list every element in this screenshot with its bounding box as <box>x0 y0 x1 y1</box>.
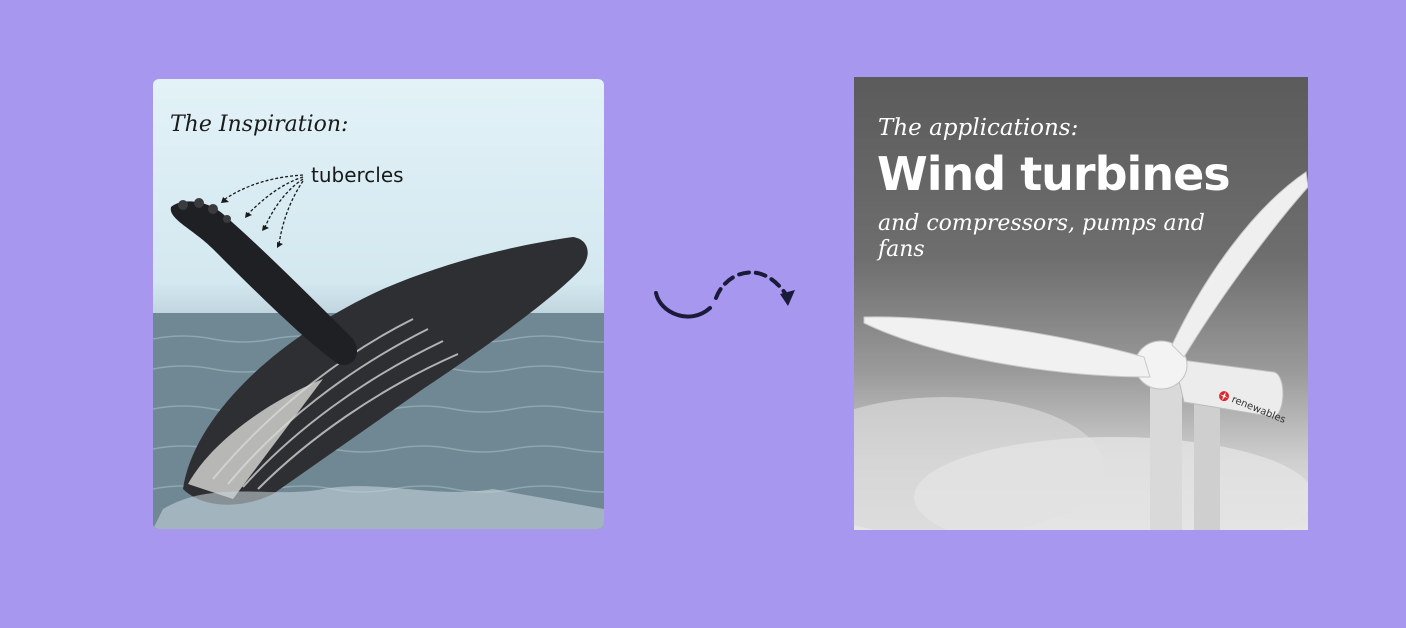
page: The Inspiration: tubercles The applicati… <box>0 0 1406 628</box>
dashed-curved-arrow-icon <box>654 270 795 319</box>
wind-turbine-photo <box>854 171 1308 530</box>
applications-subtitle: and compressors, pumps and fans <box>878 211 1205 262</box>
inspiration-card: The Inspiration: tubercles <box>153 79 604 529</box>
applications-kicker: The applications: <box>878 115 1079 141</box>
inspiration-heading: The Inspiration: <box>170 112 349 137</box>
applications-card: The applications: Wind turbines and comp… <box>854 77 1308 530</box>
applications-title: Wind turbines <box>877 147 1231 201</box>
tubercles-annotation: tubercles <box>311 163 404 187</box>
whale-photo <box>153 174 604 529</box>
